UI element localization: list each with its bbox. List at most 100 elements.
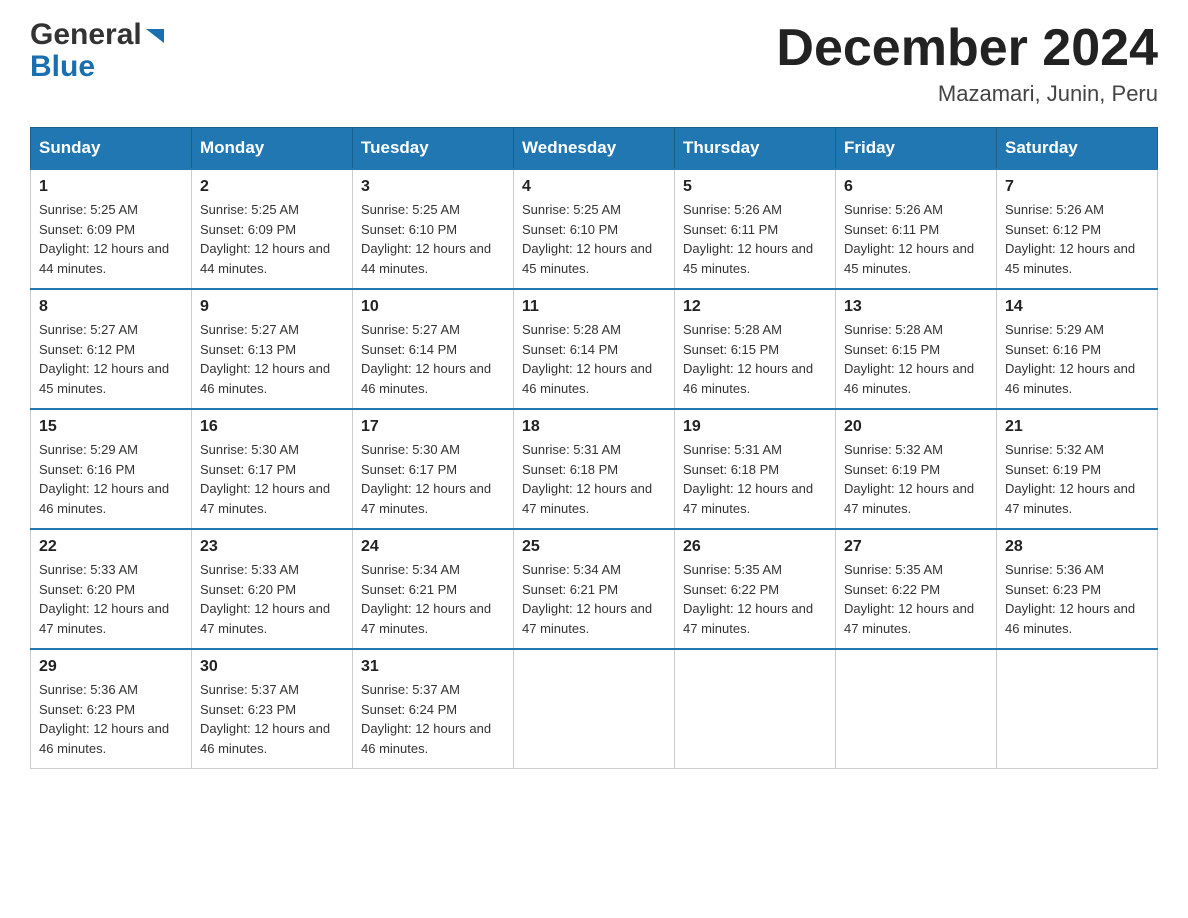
calendar-day-cell: 8 Sunrise: 5:27 AM Sunset: 6:12 PM Dayli… [31,289,192,409]
day-info: Sunrise: 5:27 AM Sunset: 6:13 PM Dayligh… [200,320,344,398]
day-info: Sunrise: 5:36 AM Sunset: 6:23 PM Dayligh… [39,680,183,758]
day-number: 3 [361,178,505,196]
calendar-day-cell: 6 Sunrise: 5:26 AM Sunset: 6:11 PM Dayli… [836,169,997,289]
calendar-week-row: 22 Sunrise: 5:33 AM Sunset: 6:20 PM Dayl… [31,529,1158,649]
day-info: Sunrise: 5:31 AM Sunset: 6:18 PM Dayligh… [522,440,666,518]
day-number: 16 [200,418,344,436]
day-number: 21 [1005,418,1149,436]
calendar-day-cell: 2 Sunrise: 5:25 AM Sunset: 6:09 PM Dayli… [192,169,353,289]
weekday-header-row: SundayMondayTuesdayWednesdayThursdayFrid… [31,128,1158,170]
calendar-day-cell: 10 Sunrise: 5:27 AM Sunset: 6:14 PM Dayl… [353,289,514,409]
day-number: 1 [39,178,183,196]
day-info: Sunrise: 5:29 AM Sunset: 6:16 PM Dayligh… [39,440,183,518]
calendar-day-cell: 1 Sunrise: 5:25 AM Sunset: 6:09 PM Dayli… [31,169,192,289]
day-number: 30 [200,658,344,676]
day-number: 7 [1005,178,1149,196]
calendar-week-row: 29 Sunrise: 5:36 AM Sunset: 6:23 PM Dayl… [31,649,1158,769]
day-number: 5 [683,178,827,196]
calendar-day-cell: 14 Sunrise: 5:29 AM Sunset: 6:16 PM Dayl… [997,289,1158,409]
calendar-day-cell: 23 Sunrise: 5:33 AM Sunset: 6:20 PM Dayl… [192,529,353,649]
calendar-day-cell: 11 Sunrise: 5:28 AM Sunset: 6:14 PM Dayl… [514,289,675,409]
day-number: 13 [844,298,988,316]
calendar-day-cell: 3 Sunrise: 5:25 AM Sunset: 6:10 PM Dayli… [353,169,514,289]
calendar-day-cell: 7 Sunrise: 5:26 AM Sunset: 6:12 PM Dayli… [997,169,1158,289]
day-info: Sunrise: 5:26 AM Sunset: 6:11 PM Dayligh… [844,200,988,278]
day-number: 2 [200,178,344,196]
logo: General Blue [30,20,166,84]
day-info: Sunrise: 5:34 AM Sunset: 6:21 PM Dayligh… [522,560,666,638]
calendar-day-cell: 19 Sunrise: 5:31 AM Sunset: 6:18 PM Dayl… [675,409,836,529]
day-number: 29 [39,658,183,676]
calendar-day-cell: 9 Sunrise: 5:27 AM Sunset: 6:13 PM Dayli… [192,289,353,409]
day-info: Sunrise: 5:29 AM Sunset: 6:16 PM Dayligh… [1005,320,1149,398]
weekday-header-cell: Saturday [997,128,1158,170]
logo-triangle-icon [144,25,166,47]
calendar-week-row: 1 Sunrise: 5:25 AM Sunset: 6:09 PM Dayli… [31,169,1158,289]
day-info: Sunrise: 5:26 AM Sunset: 6:11 PM Dayligh… [683,200,827,278]
calendar-day-cell: 12 Sunrise: 5:28 AM Sunset: 6:15 PM Dayl… [675,289,836,409]
day-info: Sunrise: 5:30 AM Sunset: 6:17 PM Dayligh… [361,440,505,518]
day-info: Sunrise: 5:36 AM Sunset: 6:23 PM Dayligh… [1005,560,1149,638]
calendar-day-cell: 17 Sunrise: 5:30 AM Sunset: 6:17 PM Dayl… [353,409,514,529]
calendar-day-cell: 20 Sunrise: 5:32 AM Sunset: 6:19 PM Dayl… [836,409,997,529]
calendar-day-cell [997,649,1158,769]
day-info: Sunrise: 5:25 AM Sunset: 6:09 PM Dayligh… [200,200,344,278]
calendar-day-cell: 18 Sunrise: 5:31 AM Sunset: 6:18 PM Dayl… [514,409,675,529]
calendar-day-cell [514,649,675,769]
logo-blue-text: Blue [30,50,95,83]
day-info: Sunrise: 5:34 AM Sunset: 6:21 PM Dayligh… [361,560,505,638]
calendar-day-cell [836,649,997,769]
day-info: Sunrise: 5:35 AM Sunset: 6:22 PM Dayligh… [844,560,988,638]
day-info: Sunrise: 5:37 AM Sunset: 6:24 PM Dayligh… [361,680,505,758]
calendar-day-cell: 26 Sunrise: 5:35 AM Sunset: 6:22 PM Dayl… [675,529,836,649]
calendar-week-row: 15 Sunrise: 5:29 AM Sunset: 6:16 PM Dayl… [31,409,1158,529]
calendar-day-cell: 16 Sunrise: 5:30 AM Sunset: 6:17 PM Dayl… [192,409,353,529]
calendar-day-cell: 30 Sunrise: 5:37 AM Sunset: 6:23 PM Dayl… [192,649,353,769]
day-info: Sunrise: 5:28 AM Sunset: 6:14 PM Dayligh… [522,320,666,398]
page-header: General Blue December 2024 Mazamari, Jun… [30,20,1158,107]
day-number: 28 [1005,538,1149,556]
day-info: Sunrise: 5:35 AM Sunset: 6:22 PM Dayligh… [683,560,827,638]
day-info: Sunrise: 5:31 AM Sunset: 6:18 PM Dayligh… [683,440,827,518]
day-number: 6 [844,178,988,196]
day-number: 15 [39,418,183,436]
day-number: 25 [522,538,666,556]
weekday-header-cell: Monday [192,128,353,170]
day-info: Sunrise: 5:33 AM Sunset: 6:20 PM Dayligh… [39,560,183,638]
day-number: 22 [39,538,183,556]
day-info: Sunrise: 5:25 AM Sunset: 6:09 PM Dayligh… [39,200,183,278]
calendar-day-cell: 4 Sunrise: 5:25 AM Sunset: 6:10 PM Dayli… [514,169,675,289]
weekday-header-cell: Thursday [675,128,836,170]
calendar-day-cell: 15 Sunrise: 5:29 AM Sunset: 6:16 PM Dayl… [31,409,192,529]
logo-general-text: General [30,20,142,50]
day-info: Sunrise: 5:32 AM Sunset: 6:19 PM Dayligh… [1005,440,1149,518]
day-info: Sunrise: 5:25 AM Sunset: 6:10 PM Dayligh… [522,200,666,278]
title-section: December 2024 Mazamari, Junin, Peru [776,20,1158,107]
day-info: Sunrise: 5:27 AM Sunset: 6:12 PM Dayligh… [39,320,183,398]
weekday-header-cell: Friday [836,128,997,170]
calendar-day-cell: 29 Sunrise: 5:36 AM Sunset: 6:23 PM Dayl… [31,649,192,769]
day-number: 4 [522,178,666,196]
day-number: 18 [522,418,666,436]
day-number: 24 [361,538,505,556]
weekday-header-cell: Tuesday [353,128,514,170]
day-number: 23 [200,538,344,556]
day-info: Sunrise: 5:27 AM Sunset: 6:14 PM Dayligh… [361,320,505,398]
calendar-day-cell: 5 Sunrise: 5:26 AM Sunset: 6:11 PM Dayli… [675,169,836,289]
day-number: 8 [39,298,183,316]
weekday-header-cell: Wednesday [514,128,675,170]
day-number: 12 [683,298,827,316]
day-number: 20 [844,418,988,436]
day-info: Sunrise: 5:26 AM Sunset: 6:12 PM Dayligh… [1005,200,1149,278]
day-info: Sunrise: 5:28 AM Sunset: 6:15 PM Dayligh… [844,320,988,398]
calendar-body: 1 Sunrise: 5:25 AM Sunset: 6:09 PM Dayli… [31,169,1158,769]
location: Mazamari, Junin, Peru [776,81,1158,107]
calendar-day-cell: 31 Sunrise: 5:37 AM Sunset: 6:24 PM Dayl… [353,649,514,769]
day-number: 31 [361,658,505,676]
day-info: Sunrise: 5:32 AM Sunset: 6:19 PM Dayligh… [844,440,988,518]
day-info: Sunrise: 5:28 AM Sunset: 6:15 PM Dayligh… [683,320,827,398]
day-info: Sunrise: 5:30 AM Sunset: 6:17 PM Dayligh… [200,440,344,518]
calendar-day-cell: 27 Sunrise: 5:35 AM Sunset: 6:22 PM Dayl… [836,529,997,649]
calendar-day-cell: 22 Sunrise: 5:33 AM Sunset: 6:20 PM Dayl… [31,529,192,649]
calendar-day-cell: 25 Sunrise: 5:34 AM Sunset: 6:21 PM Dayl… [514,529,675,649]
